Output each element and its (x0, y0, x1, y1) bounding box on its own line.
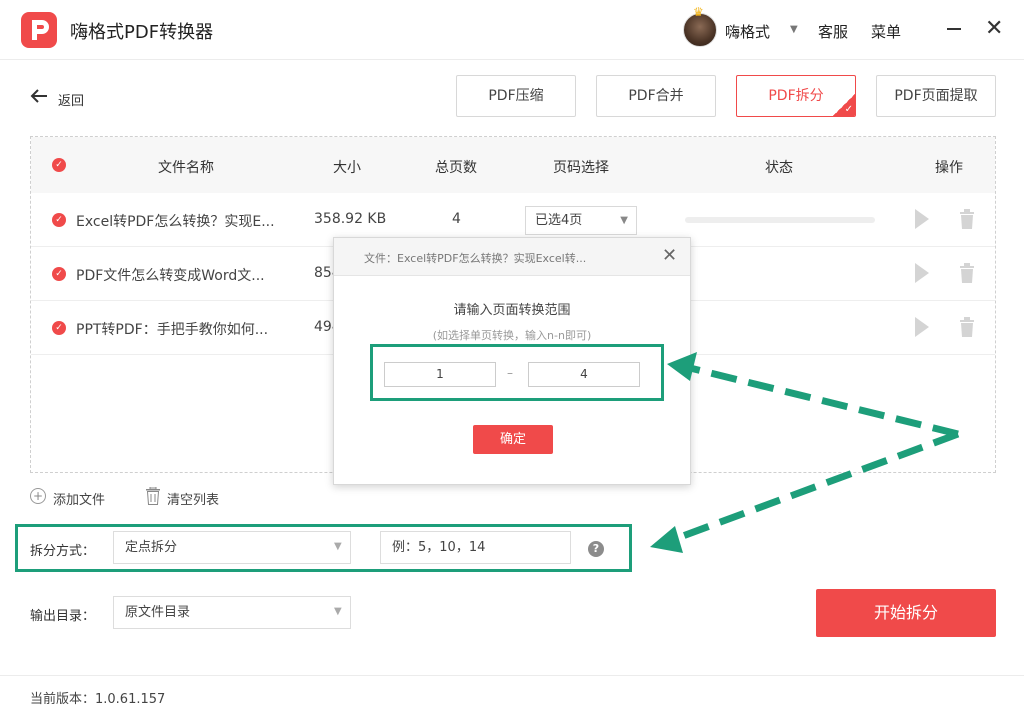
crown-icon: ♛ (693, 5, 704, 19)
tab-pdf-page-extract[interactable]: PDF页面提取 (876, 75, 996, 117)
question-icon[interactable]: ? (588, 541, 604, 557)
app-title: 嗨格式PDF转换器 (70, 22, 214, 43)
chevron-down-icon[interactable]: ▼ (334, 541, 342, 552)
chevron-down-icon[interactable]: ▼ (334, 606, 342, 617)
row-checkbox[interactable]: ✓ (52, 267, 66, 281)
tab-pdf-merge[interactable]: PDF合并 (596, 75, 716, 117)
header-size: 大小 (333, 160, 361, 176)
chevron-down-icon: ▼ (620, 215, 628, 226)
progress-bar (685, 217, 875, 223)
file-pages: 4 (452, 211, 461, 227)
play-icon[interactable] (915, 263, 929, 283)
close-icon[interactable]: ✕ (662, 245, 677, 267)
tab-pdf-split[interactable]: PDF拆分 ✓ (736, 75, 856, 117)
split-mode-select[interactable]: 定点拆分 (113, 531, 351, 564)
page-select-value: 已选4页 (535, 213, 583, 228)
trash-icon[interactable] (959, 317, 975, 337)
check-icon: ✓ (844, 104, 853, 115)
customer-service-link[interactable]: 客服 (818, 21, 848, 42)
trash-icon[interactable] (959, 209, 975, 229)
menu-button[interactable]: 菜单 (871, 21, 901, 42)
app-logo-icon (21, 12, 57, 48)
header-page-select: 页码选择 (553, 160, 609, 176)
trash-icon[interactable] (959, 263, 975, 283)
split-points-input[interactable]: 例：5，10，14 (380, 531, 571, 564)
trash-icon[interactable] (146, 487, 160, 505)
split-mode-label: 拆分方式： (30, 544, 96, 559)
header-total-pages: 总页数 (435, 160, 477, 176)
dialog-title: 文件：Excel转PDF怎么转换？实现Excel转... (364, 252, 587, 265)
row-checkbox[interactable]: ✓ (52, 213, 66, 227)
file-name: Excel转PDF怎么转换？实现E... (76, 214, 275, 230)
file-size: 358.92 KB (314, 211, 387, 227)
play-icon[interactable] (915, 317, 929, 337)
back-button[interactable]: 返回 (58, 90, 84, 109)
output-dir-select[interactable]: 原文件目录 (113, 596, 351, 629)
add-file-button[interactable]: 添加文件 (53, 489, 105, 508)
page-select-dropdown[interactable]: 已选4页 ▼ (525, 206, 637, 235)
username[interactable]: 嗨格式 (725, 21, 770, 42)
tab-pdf-split-label: PDF拆分 (768, 88, 824, 104)
header-status: 状态 (765, 160, 793, 176)
tab-pdf-compress[interactable]: PDF压缩 (456, 75, 576, 117)
dialog-hint: (如选择单页转换，输入n-n即可) (432, 329, 592, 342)
header-actions: 操作 (935, 160, 963, 176)
arrow-head-lower (650, 526, 683, 553)
confirm-button[interactable]: 确定 (473, 425, 553, 454)
back-arrow-icon[interactable] (29, 86, 49, 111)
play-icon[interactable] (915, 209, 929, 229)
version-text: 当前版本：1.0.61.157 (30, 692, 166, 707)
output-dir-label: 输出目录： (30, 609, 96, 624)
file-name: PPT转PDF：手把手教你如何... (76, 322, 269, 338)
row-checkbox[interactable]: ✓ (52, 321, 66, 335)
clear-list-button[interactable]: 清空列表 (167, 489, 219, 508)
range-input-highlight (370, 344, 664, 401)
start-split-button[interactable]: 开始拆分 (816, 589, 996, 637)
select-all-checkbox[interactable]: ✓ (52, 158, 66, 172)
table-header: ✓ 文件名称 大小 总页数 页码选择 状态 操作 (31, 137, 995, 193)
header-file-name: 文件名称 (158, 160, 214, 176)
add-circle-icon[interactable]: + (30, 488, 46, 504)
chevron-down-icon[interactable]: ▼ (790, 24, 798, 35)
minimize-icon[interactable] (947, 28, 961, 30)
close-icon[interactable]: ✕ (985, 16, 1003, 42)
dialog-prompt: 请输入页面转换范围 (453, 303, 571, 318)
file-name: PDF文件怎么转变成Word文... (76, 268, 265, 284)
